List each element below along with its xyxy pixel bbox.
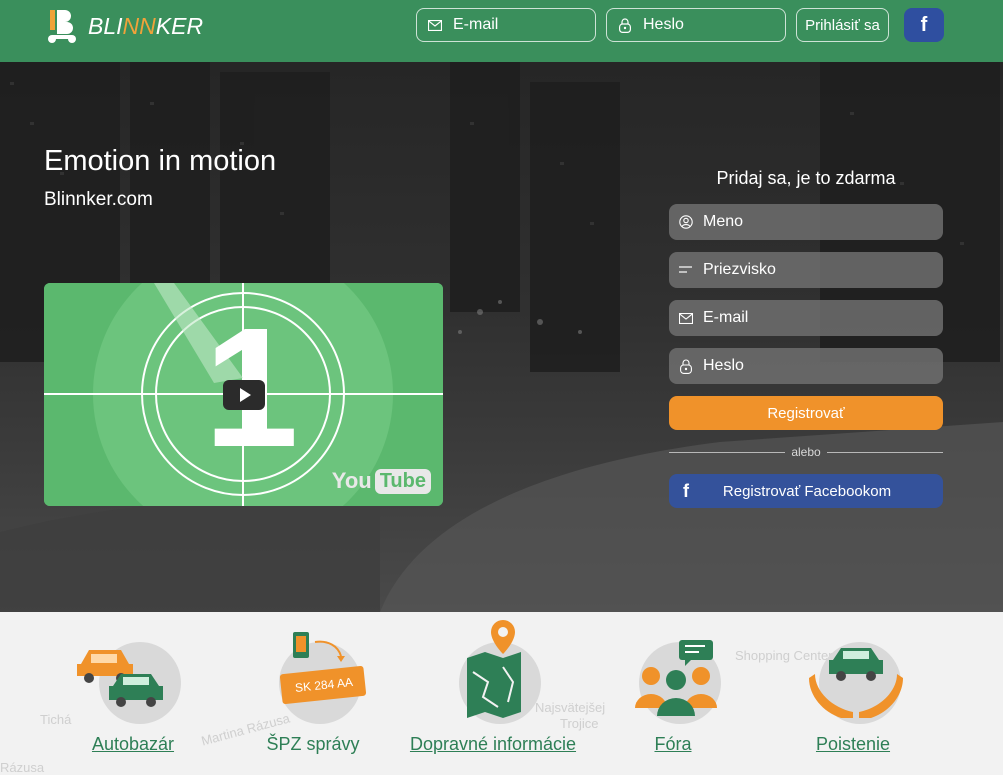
divider-line (826, 451, 943, 453)
login-button[interactable]: Prihlásiť sa (796, 8, 889, 42)
hero-tagline: Emotion in motion (44, 145, 277, 177)
hero-section: Emotion in motion Blinnker.com 1 You Tub… (0, 62, 1003, 612)
register-password-placeholder: Heslo (703, 357, 744, 374)
or-divider: alebo (669, 444, 943, 460)
service-insurance[interactable]: Poistenie (763, 612, 943, 754)
header-password-placeholder: Heslo (643, 16, 684, 33)
register-password-input[interactable]: Heslo (669, 348, 943, 384)
envelope-icon (427, 17, 443, 33)
register-email-input[interactable]: E-mail (669, 300, 943, 336)
lock-icon (679, 359, 693, 374)
facebook-icon: f (683, 480, 689, 501)
map-background-text: Rázusa (0, 760, 45, 775)
youtube-logo[interactable]: You Tube (332, 468, 431, 494)
envelope-icon (679, 311, 693, 325)
forum-people-icon (613, 612, 733, 724)
register-button[interactable]: Registrovať (669, 396, 943, 430)
register-name-input[interactable]: Meno (669, 204, 943, 240)
map-pin-icon (433, 612, 553, 724)
user-icon (679, 215, 693, 229)
lines-icon (679, 263, 693, 277)
header-email-placeholder: E-mail (453, 16, 499, 33)
play-button[interactable] (223, 380, 265, 410)
cars-icon (73, 612, 193, 724)
services-section: Tichá Martina Rázusa Najsvätejšej Trojic… (0, 612, 1003, 775)
register-surname-placeholder: Priezvisko (703, 261, 776, 278)
service-spz[interactable]: SK 284 AA ŠPZ správy (223, 612, 403, 754)
header-email-input[interactable]: E-mail (416, 8, 596, 42)
service-label[interactable]: Autobazár (43, 734, 223, 755)
lock-icon (617, 17, 633, 33)
video-player[interactable]: 1 You Tube (44, 283, 443, 506)
register-email-placeholder: E-mail (703, 309, 749, 326)
logo-text: BLINNKER (88, 12, 204, 39)
license-plate-icon: SK 284 AA (253, 612, 373, 724)
or-label: alebo (791, 445, 821, 459)
top-header: BLINNKER E-mail Heslo Prihlásiť sa f (0, 0, 1003, 62)
service-label[interactable]: Poistenie (763, 734, 943, 755)
blinnker-logo-icon (44, 8, 80, 44)
register-surname-input[interactable]: Priezvisko (669, 252, 943, 288)
logo[interactable]: BLINNKER (44, 8, 203, 44)
insurance-hands-icon (793, 612, 913, 724)
header-password-input[interactable]: Heslo (606, 8, 786, 42)
register-name-placeholder: Meno (703, 213, 744, 230)
divider-line (669, 451, 786, 453)
play-icon (240, 388, 251, 402)
service-label[interactable]: Dopravné informácie (403, 734, 583, 755)
service-traffic-info[interactable]: Dopravné informácie (403, 612, 583, 754)
register-title: Pridaj sa, je to zdarma (716, 168, 896, 188)
hero-site-name: Blinnker.com (44, 189, 153, 210)
service-forums[interactable]: Fóra (583, 612, 763, 754)
register-facebook-button[interactable]: f Registrovať Facebookom (669, 474, 943, 508)
register-facebook-label: Registrovať Facebookom (722, 482, 892, 500)
facebook-login-button[interactable]: f (904, 8, 944, 42)
service-label[interactable]: ŠPZ správy (223, 734, 403, 755)
service-label[interactable]: Fóra (583, 734, 763, 755)
service-autobazar[interactable]: Autobazár (43, 612, 223, 754)
